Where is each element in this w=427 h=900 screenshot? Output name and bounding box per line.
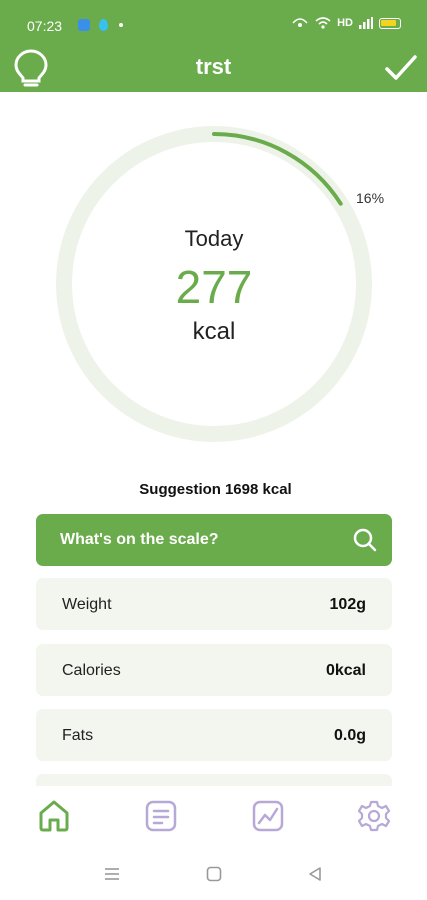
nav-home[interactable] <box>36 798 72 834</box>
metric-row-partial <box>36 774 392 786</box>
status-bar: 07:23 HD <box>0 0 427 44</box>
page-title: trst <box>195 54 232 79</box>
wifi-icon <box>315 17 331 29</box>
hd-label: HD <box>337 17 353 29</box>
today-label: Today <box>184 226 244 251</box>
battery-icon <box>379 17 401 29</box>
suggestion-text: Suggestion 1698 kcal <box>0 481 427 498</box>
calorie-value: 277 <box>175 261 253 313</box>
status-indicators: HD <box>291 17 401 29</box>
water-drop-icon <box>99 19 108 31</box>
scale-prompt: What's on the scale? <box>60 531 219 548</box>
app-notification-icon <box>78 19 90 31</box>
back-triangle-icon[interactable] <box>306 865 324 883</box>
list-icon[interactable] <box>143 798 179 834</box>
checkmark-icon[interactable] <box>383 50 419 86</box>
calorie-unit: kcal <box>192 318 236 345</box>
system-nav-bar <box>0 848 427 900</box>
menu-icon[interactable] <box>103 865 121 883</box>
bottom-nav <box>0 786 427 848</box>
metric-row-weight: Weight 102g <box>36 578 392 630</box>
chart-icon[interactable] <box>250 798 286 834</box>
metric-label: Calories <box>62 662 121 679</box>
nav-list[interactable] <box>143 798 179 834</box>
home-square-icon[interactable] <box>205 865 223 883</box>
metric-row-calories: Calories 0kcal <box>36 644 392 696</box>
status-time: 07:23 <box>27 18 63 34</box>
ring-center: Today 277 kcal <box>48 118 380 450</box>
gear-icon[interactable] <box>356 798 392 834</box>
home-icon[interactable] <box>36 798 72 834</box>
metric-value: 0.0g <box>333 727 366 744</box>
metric-label: Fats <box>62 727 94 744</box>
suggestion-label: Suggestion <box>139 481 221 498</box>
app-header: trst <box>0 44 427 92</box>
hotspot-icon <box>292 18 308 27</box>
nav-settings[interactable] <box>356 798 392 834</box>
nav-stats[interactable] <box>250 798 286 834</box>
search-icon[interactable] <box>352 527 378 553</box>
notification-dot-icon <box>119 23 123 27</box>
metric-value: 102g <box>329 596 366 613</box>
suggestion-value: 1698 kcal <box>224 481 292 498</box>
scale-search-button[interactable]: What's on the scale? <box>36 514 392 566</box>
metric-row-fats: Fats 0.0g <box>36 709 392 761</box>
metric-label: Weight <box>62 596 112 613</box>
metric-value: 0kcal <box>325 662 366 679</box>
signal-icon <box>359 17 373 29</box>
